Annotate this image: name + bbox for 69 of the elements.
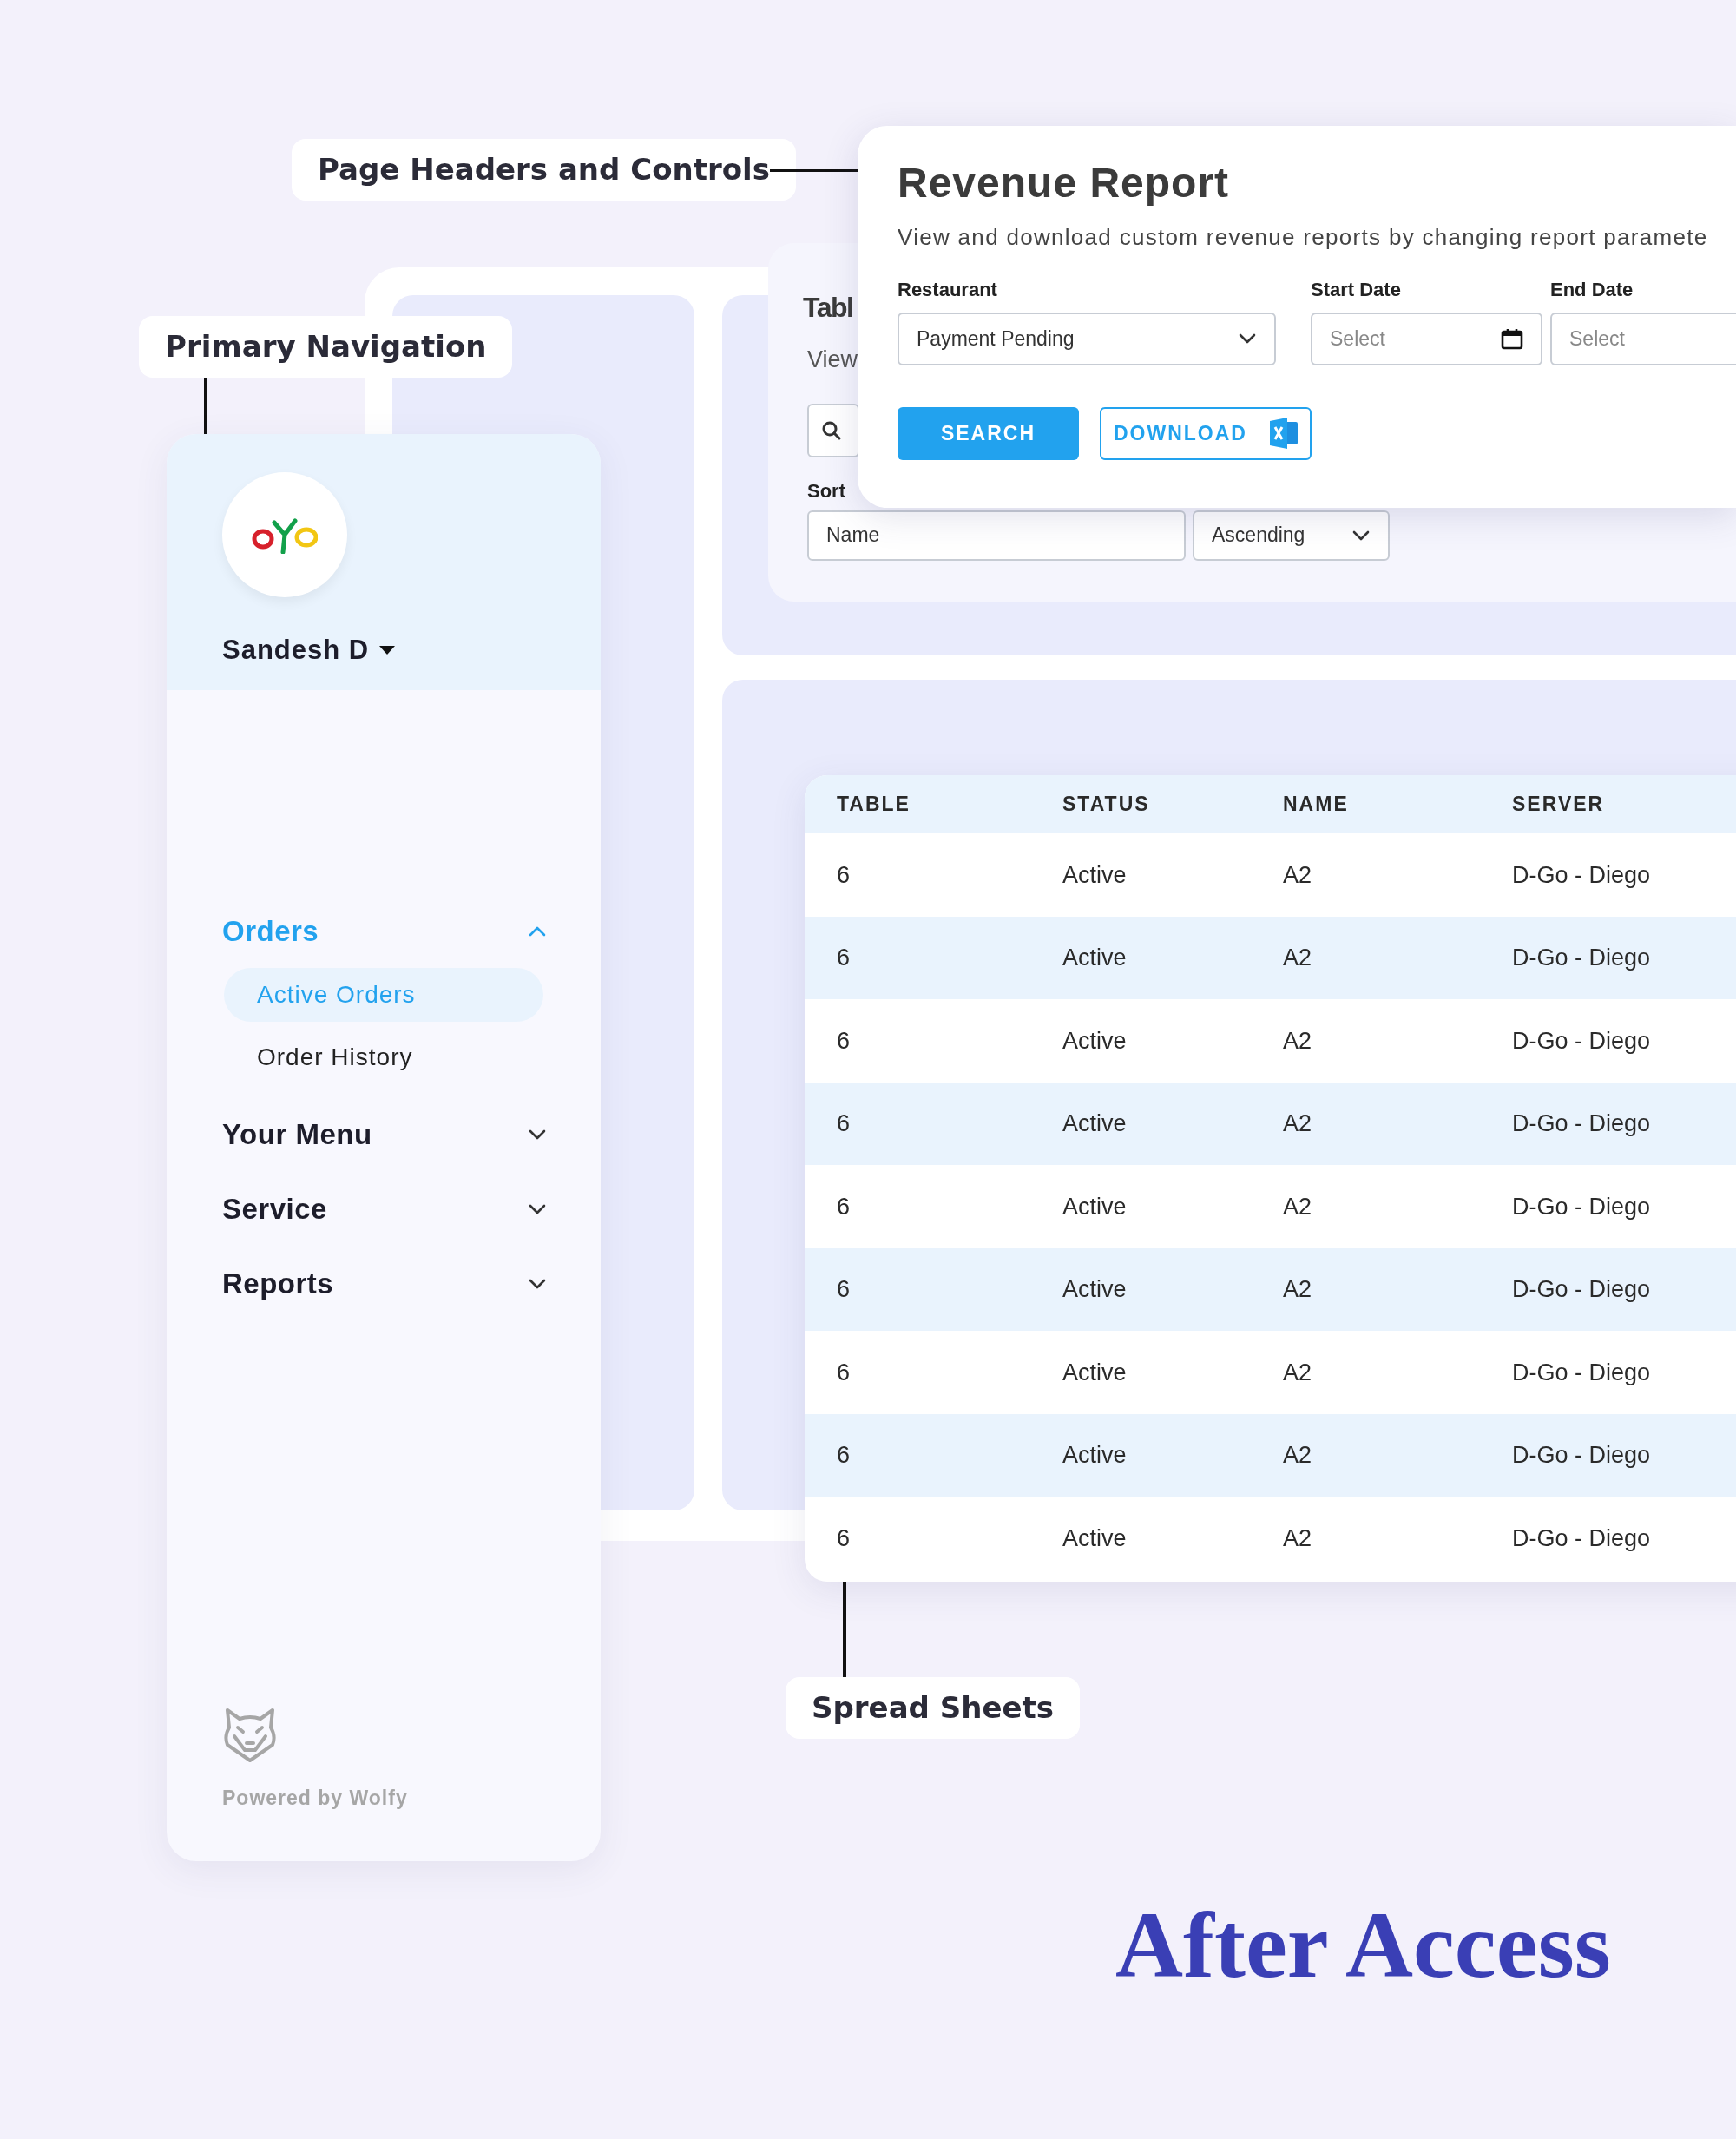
column-header: NAME bbox=[1283, 792, 1350, 818]
order-select[interactable]: Ascending bbox=[1193, 510, 1390, 561]
report-description: View and download custom revenue reports by changing report paramete bbox=[898, 222, 1709, 252]
field-label: Start Date bbox=[1311, 277, 1402, 302]
table-cell-text: Active bbox=[1062, 860, 1128, 890]
sort-label: Sort bbox=[807, 478, 846, 503]
table-cell-text: 6 bbox=[837, 944, 852, 972]
table-cell-text: A2 bbox=[1283, 1275, 1313, 1304]
table-cell-text: D-Go - Diego bbox=[1512, 860, 1652, 890]
table-cell-text: A2 bbox=[1283, 1358, 1313, 1387]
nav-item[interactable]: Your Menu bbox=[167, 1110, 601, 1159]
table-cell-text: Active bbox=[1062, 1524, 1128, 1553]
search-icon bbox=[821, 419, 842, 441]
date-field[interactable]: Select bbox=[1311, 312, 1542, 365]
table-cell-text: Active bbox=[1062, 944, 1128, 972]
annotation-label: Page Headers and Controls bbox=[292, 139, 796, 201]
report-title: Revenue Report bbox=[898, 161, 1231, 207]
table-cell-text: A2 bbox=[1283, 1524, 1313, 1553]
table-cell-text: Active bbox=[1062, 1026, 1128, 1056]
table-cell-text: D-Go - Diego bbox=[1512, 1109, 1652, 1138]
page-subtitle: View bbox=[807, 346, 859, 374]
table-cell-text: D-Go - Diego bbox=[1512, 1441, 1652, 1470]
table-cell-text: Active bbox=[1062, 1441, 1128, 1470]
table-cell-text: 6 bbox=[837, 1109, 852, 1138]
nav-subitem[interactable]: Order History bbox=[224, 1030, 543, 1084]
sort-field[interactable]: Name bbox=[807, 510, 1186, 561]
table-cell-text: 6 bbox=[837, 1524, 852, 1553]
table-cell-text: Active bbox=[1062, 1358, 1128, 1387]
table-cell-text: D-Go - Diego bbox=[1512, 1358, 1652, 1387]
table-cell-text: Active bbox=[1062, 1109, 1128, 1138]
search-field[interactable] bbox=[807, 403, 859, 457]
table-cell-text: A2 bbox=[1283, 1192, 1313, 1221]
date-field[interactable]: Select bbox=[1550, 312, 1736, 365]
field-label: Restaurant bbox=[898, 277, 998, 302]
column-header: STATUS bbox=[1062, 792, 1151, 818]
column-header: SERVER bbox=[1512, 792, 1606, 818]
dropdown-field[interactable]: Payment Pending bbox=[898, 312, 1276, 365]
powered-by-text: Powered by Wolfy bbox=[222, 1785, 408, 1811]
table-cell-text: 6 bbox=[837, 1192, 852, 1221]
caret-icon bbox=[379, 646, 396, 655]
annotation-label: Spread Sheets bbox=[786, 1677, 1081, 1739]
table-cell-text: A2 bbox=[1283, 944, 1313, 972]
table-cell-text: 6 bbox=[837, 1358, 852, 1387]
table-cell-text: D-Go - Diego bbox=[1512, 1026, 1652, 1056]
field-label: End Date bbox=[1550, 277, 1634, 302]
table-cell-text: Active bbox=[1062, 1275, 1128, 1304]
table-cell-text: 6 bbox=[837, 1441, 852, 1470]
table-cell-text: 6 bbox=[837, 1026, 852, 1056]
table-cell-text: A2 bbox=[1283, 860, 1313, 890]
nav-item[interactable]: Service bbox=[167, 1185, 601, 1234]
table-cell-text: 6 bbox=[837, 1275, 852, 1304]
table-cell-text: A2 bbox=[1283, 1026, 1313, 1056]
table-cell-text: 6 bbox=[837, 860, 852, 890]
spreadsheet-icon bbox=[1270, 418, 1298, 450]
table-cell-text: D-Go - Diego bbox=[1512, 1192, 1652, 1221]
caption: After Access bbox=[1115, 1892, 1611, 1998]
wolf-icon bbox=[222, 1706, 278, 1764]
table-cell-text: A2 bbox=[1283, 1441, 1313, 1470]
annotation-label: Primary Navigation bbox=[139, 316, 513, 378]
nav-item[interactable]: Reports bbox=[167, 1260, 601, 1308]
table-cell-text: D-Go - Diego bbox=[1512, 1524, 1652, 1553]
user-menu[interactable]: Sandesh D bbox=[222, 630, 396, 671]
table-cell-text: A2 bbox=[1283, 1109, 1313, 1138]
table-cell-text: D-Go - Diego bbox=[1512, 1275, 1652, 1304]
table-cell-text: D-Go - Diego bbox=[1512, 944, 1652, 972]
logo-icon bbox=[252, 516, 318, 554]
page-title: Tabl bbox=[803, 293, 853, 321]
column-header: TABLE bbox=[837, 792, 911, 818]
table-cell-text: Active bbox=[1062, 1192, 1128, 1221]
